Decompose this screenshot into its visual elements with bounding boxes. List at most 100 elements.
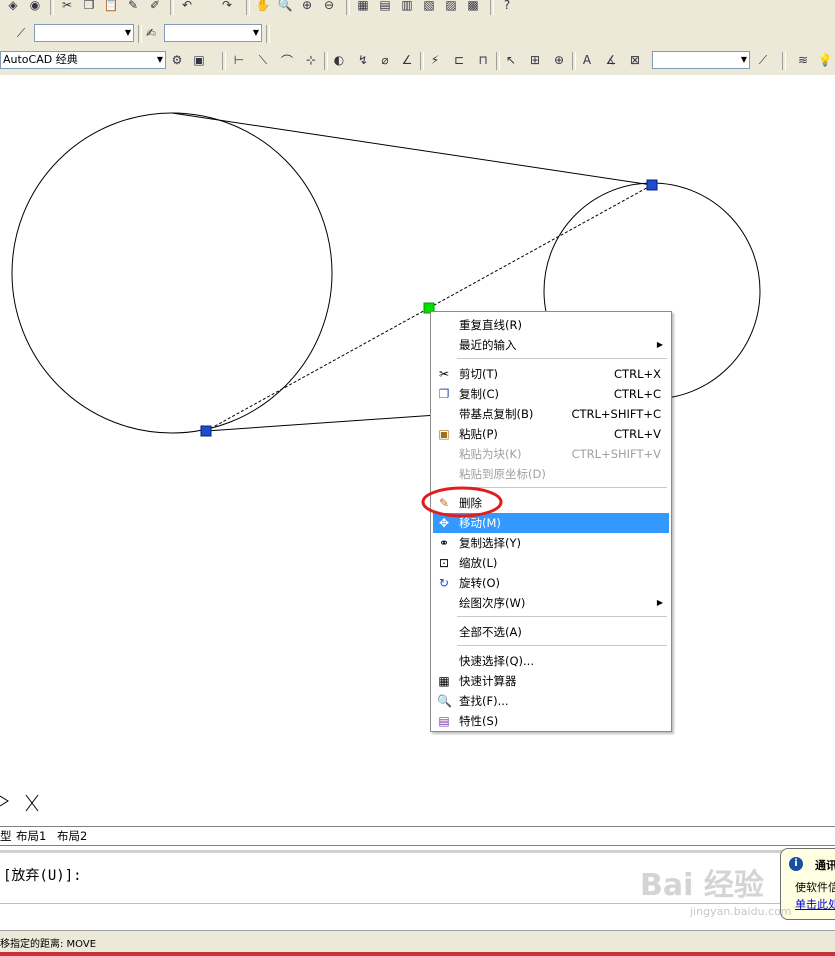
tolerance-icon[interactable]: ⊞ xyxy=(526,51,544,69)
markup-icon[interactable]: ▧ xyxy=(420,0,438,14)
menu-item-erase[interactable]: ✎ 删除 xyxy=(433,493,669,513)
menu-item-paste[interactable]: ▣ 粘贴(P) CTRL+V xyxy=(433,424,669,444)
menu-item-repeat-line[interactable]: 重复直线(R) xyxy=(433,315,669,335)
jogged-dimension-icon[interactable]: ↯ xyxy=(354,51,372,69)
toolbar-separator xyxy=(782,52,786,70)
tangent-line-top[interactable] xyxy=(171,112,653,186)
cut-icon[interactable]: ✂ xyxy=(58,0,76,14)
aligned-dimension-icon[interactable]: ⟍ xyxy=(254,51,272,69)
menu-item-copy-selection[interactable]: ⚭ 复制选择(Y) xyxy=(433,533,669,553)
menu-item-quick-calc[interactable]: ▦ 快速计算器 xyxy=(433,671,669,691)
zoom-previous-icon[interactable]: ⊖ xyxy=(320,0,338,14)
menu-item-deselect-all[interactable]: 全部不选(A) xyxy=(433,622,669,642)
ordinate-dimension-icon[interactable]: ⊹ xyxy=(302,51,320,69)
menu-item-label: 删除 xyxy=(459,496,482,510)
baseline-dimension-icon[interactable]: ⊏ xyxy=(450,51,468,69)
toolbar-separator xyxy=(346,0,350,15)
redo-icon[interactable]: ↷ xyxy=(218,0,236,14)
block-editor-icon[interactable]: ✐ xyxy=(146,0,164,14)
ucs-icon xyxy=(0,794,39,812)
menu-item-label: 移动(M) xyxy=(459,516,501,530)
menu-item-label: 粘贴(P) xyxy=(459,427,498,441)
menu-item-label: 重复直线(R) xyxy=(459,318,522,332)
drawing-canvas[interactable]: 重复直线(R) 最近的输入 ▶ ✂ 剪切(T) CTRL+X ❐ 复制(C) C… xyxy=(0,75,835,827)
dimension-update-icon[interactable]: ⊠ xyxy=(626,51,644,69)
menu-item-move[interactable]: ✥ 移动(M) xyxy=(433,513,669,533)
workspace-settings-icon[interactable]: ⚙ xyxy=(168,51,186,69)
linear-dimension-icon[interactable]: ⊢ xyxy=(230,51,248,69)
copy-icon[interactable]: ❐ xyxy=(80,0,98,14)
dimension-edit-icon[interactable]: A xyxy=(578,51,596,69)
toolbar-separator xyxy=(324,52,328,70)
status-bar: 移指定的距离: MOVE xyxy=(0,930,835,953)
tab-layout1[interactable]: 布局1 xyxy=(16,828,46,844)
lineweight-combo[interactable]: ▼ xyxy=(164,24,262,42)
linetype-combo[interactable]: ▼ xyxy=(34,24,134,42)
center-mark-icon[interactable]: ⊕ xyxy=(550,51,568,69)
menu-item-label: 最近的输入 xyxy=(459,338,517,352)
layer-properties-icon[interactable]: ≋ xyxy=(794,51,812,69)
tab-model[interactable]: 型 xyxy=(0,828,12,844)
large-circle[interactable] xyxy=(11,112,333,434)
toolbar-row-workspace: AutoCAD 经典 ▼ ⚙ ▣ ⊢ ⟍ ⌒ ⊹ ◐ ↯ ⌀ ∠ ⚡ ⊏ ⊓ ↖… xyxy=(0,49,835,73)
menu-separator xyxy=(457,616,667,617)
toolbar-separator xyxy=(50,0,54,15)
arc-length-icon[interactable]: ⌒ xyxy=(278,51,296,69)
menu-item-draw-order[interactable]: 绘图次序(W) ▶ xyxy=(433,593,669,613)
zoom-realtime-icon[interactable]: 🔍 xyxy=(276,0,294,14)
help-icon[interactable]: ? xyxy=(498,0,516,14)
menu-item-copy[interactable]: ❐ 复制(C) CTRL+C xyxy=(433,384,669,404)
paste-icon[interactable]: 📋 xyxy=(102,0,120,14)
properties-icon[interactable]: ▦ xyxy=(354,0,372,14)
menu-item-recent-input[interactable]: 最近的输入 ▶ xyxy=(433,335,669,355)
menu-item-label: 复制(C) xyxy=(459,387,500,401)
menu-item-paste-to-original[interactable]: 粘贴到原坐标(D) xyxy=(433,464,669,484)
sheet-set-icon[interactable]: ▥ xyxy=(398,0,416,14)
design-center-icon[interactable]: ◈ xyxy=(4,0,22,14)
tool-palette-icon[interactable]: ◉ xyxy=(26,0,44,14)
tab-layout2[interactable]: 布局2 xyxy=(57,828,87,844)
balloon-link[interactable]: 单击此处 xyxy=(795,896,835,912)
diameter-dimension-icon[interactable]: ⌀ xyxy=(376,51,394,69)
calculator-toolbar-icon[interactable]: ▩ xyxy=(464,0,482,14)
drawing-svg xyxy=(0,112,761,812)
chevron-down-icon: ▼ xyxy=(252,28,259,37)
menu-item-properties[interactable]: ▤ 特性(S) xyxy=(433,711,669,731)
dimension-style-icon[interactable]: ⟋ xyxy=(754,51,772,69)
menu-item-find[interactable]: 🔍 查找(F)... xyxy=(433,691,669,711)
dimstyle-combo[interactable]: ▼ xyxy=(652,51,750,69)
menu-item-copy-with-base-point[interactable]: 带基点复制(B) CTRL+SHIFT+C xyxy=(433,404,669,424)
scissors-icon: ✂ xyxy=(438,367,450,381)
menu-item-paste-as-block[interactable]: 粘贴为块(K) CTRL+SHIFT+V xyxy=(433,444,669,464)
save-workspace-icon[interactable]: ▣ xyxy=(190,51,208,69)
angular-dimension-icon[interactable]: ∠ xyxy=(398,51,416,69)
menu-item-quick-select[interactable]: 快速选择(Q)... xyxy=(433,651,669,671)
toolbar-separator xyxy=(222,52,226,70)
plot-style-icon[interactable]: ✍ xyxy=(142,24,160,42)
design-center-2-icon[interactable]: ▤ xyxy=(376,0,394,14)
zoom-window-icon[interactable]: ⊕ xyxy=(298,0,316,14)
grip-end-top[interactable] xyxy=(646,179,658,191)
lightbulb-icon[interactable]: 💡 xyxy=(816,51,834,69)
quick-dimension-icon[interactable]: ⚡ xyxy=(426,51,444,69)
layout-tabs: 型 布局1 布局2 xyxy=(0,826,835,846)
dimension-text-edit-icon[interactable]: ∡ xyxy=(602,51,620,69)
undo-icon[interactable]: ↶ xyxy=(178,0,196,14)
continue-dimension-icon[interactable]: ⊓ xyxy=(474,51,492,69)
menu-item-label: 特性(S) xyxy=(459,714,499,728)
rotate-icon: ↻ xyxy=(438,576,450,590)
match-properties-icon[interactable]: ✎ xyxy=(124,0,142,14)
menu-item-cut[interactable]: ✂ 剪切(T) CTRL+X xyxy=(433,364,669,384)
lineweight-icon[interactable]: ⟋ xyxy=(12,24,30,42)
pan-icon[interactable]: ✋ xyxy=(254,0,272,14)
toolbar-separator xyxy=(572,52,576,70)
radius-dimension-icon[interactable]: ◐ xyxy=(330,51,348,69)
grip-end-bottom[interactable] xyxy=(200,425,212,437)
quick-calc-toolbar-icon[interactable]: ▨ xyxy=(442,0,460,14)
menu-item-rotate[interactable]: ↻ 旋转(O) xyxy=(433,573,669,593)
menu-item-scale[interactable]: ⊡ 缩放(L) xyxy=(433,553,669,573)
submenu-arrow-icon: ▶ xyxy=(656,340,663,349)
menu-separator xyxy=(457,358,667,359)
workspace-combo[interactable]: AutoCAD 经典 ▼ xyxy=(0,51,166,69)
quick-leader-icon[interactable]: ↖ xyxy=(502,51,520,69)
